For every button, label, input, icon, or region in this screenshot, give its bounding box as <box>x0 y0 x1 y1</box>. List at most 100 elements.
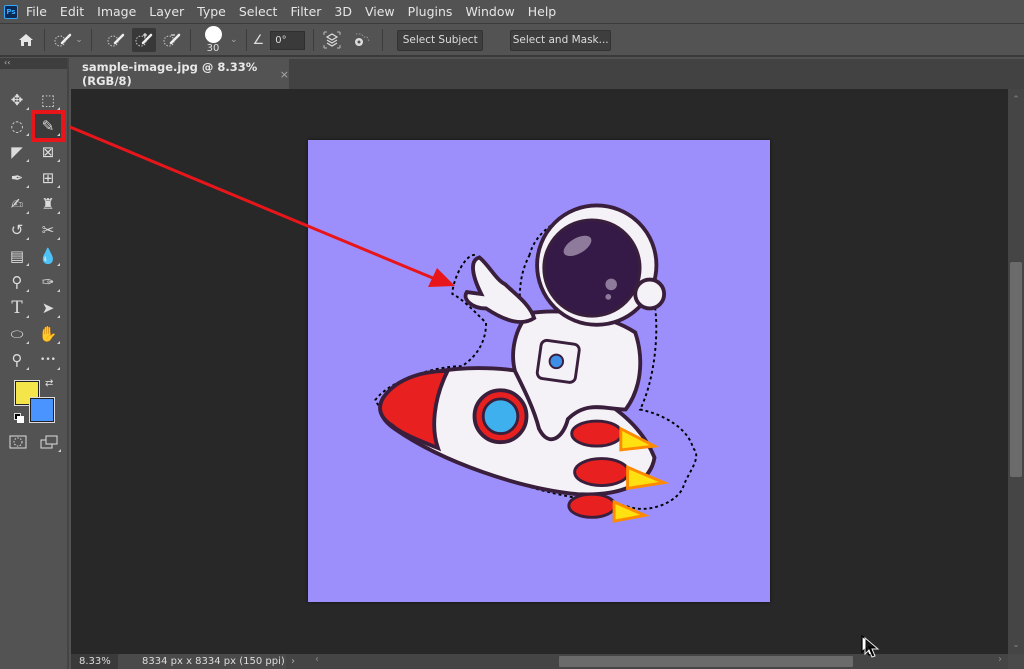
horizontal-scrollbar[interactable]: ‹ › <box>311 654 1008 669</box>
options-bar: ⌄ 30 ⌄ ∠ 0° Select Subject Select and Ma… <box>0 25 1024 57</box>
swap-colors-icon[interactable]: ⇄ <box>45 378 53 389</box>
angle-icon: ∠ <box>252 32 265 48</box>
zoom-level-field[interactable]: 8.33% <box>71 654 118 669</box>
arrow-icon: ➤ <box>41 299 55 317</box>
gradient-icon: ▤ <box>9 247 25 265</box>
quick-mask-button[interactable] <box>5 430 31 454</box>
menu-edit[interactable]: Edit <box>60 4 84 19</box>
astronaut-chest-button <box>548 353 565 370</box>
type-icon: T <box>11 298 23 318</box>
document-canvas[interactable] <box>308 140 770 602</box>
screen-mode-button[interactable] <box>36 430 62 454</box>
menu-select[interactable]: Select <box>239 4 278 19</box>
scroll-right-icon[interactable]: › <box>998 654 1002 665</box>
menu-window[interactable]: Window <box>465 4 514 19</box>
lasso-tool[interactable]: ◌ <box>4 114 30 138</box>
clone-stamp-tool[interactable]: ♜ <box>35 192 61 216</box>
photoshop-logo: Ps <box>4 4 18 19</box>
ellipse-tool[interactable]: ⬭ <box>4 322 30 346</box>
vertical-scroll-thumb[interactable] <box>1010 262 1022 477</box>
zoom-tool[interactable]: ⚲ <box>4 348 30 372</box>
quick-selection-subtract-icon <box>163 33 181 47</box>
menu-3d[interactable]: 3D <box>334 4 352 19</box>
chevron-down-icon: ⌄ <box>75 35 83 45</box>
brush-chevron-down-icon[interactable]: ⌄ <box>230 35 238 45</box>
more-tools[interactable]: ••• <box>35 348 61 372</box>
astronaut-ear-piece <box>633 277 667 311</box>
tools-panel: ‹‹ ✥ ⬚ ◌ ✎ ◤ ⊠ ✒ ⊞ ✍ ♜ ↺ ✂ ▤ 💧 ⚲ ✑ T ➤ ⬭ ✋ ⚲ ••• ⇄ <box>0 58 69 669</box>
document-tab[interactable]: sample-image.jpg @ 8.33% (RGB/8) × <box>71 59 289 89</box>
more-icon: ••• <box>40 355 56 365</box>
brush-tool[interactable]: ✍ <box>4 192 30 216</box>
sample-all-layers-button[interactable] <box>320 28 344 52</box>
horizontal-scroll-thumb[interactable] <box>559 656 853 667</box>
close-tab-icon[interactable]: × <box>280 68 289 81</box>
separator <box>313 29 315 51</box>
move-tool[interactable]: ✥ <box>4 88 30 112</box>
collapse-panel-button[interactable]: ‹‹ <box>0 58 67 69</box>
menu-file[interactable]: File <box>26 4 47 19</box>
scroll-left-icon[interactable]: ‹ <box>315 654 319 665</box>
spot-healing-tool[interactable]: ⊞ <box>35 166 61 190</box>
lasso-icon: ◌ <box>10 117 24 135</box>
blur-tool[interactable]: 💧 <box>35 244 61 268</box>
hand-icon: ✋ <box>38 325 58 343</box>
move-icon: ✥ <box>10 91 24 109</box>
add-to-selection-button[interactable] <box>132 28 156 52</box>
gradient-tool[interactable]: ▤ <box>4 244 30 268</box>
sample-all-layers-icon <box>323 31 341 49</box>
menu-layer[interactable]: Layer <box>149 4 184 19</box>
pen-tool[interactable]: ✑ <box>35 270 61 294</box>
separator <box>91 29 92 51</box>
select-and-mask-button[interactable]: Select and Mask... <box>510 29 612 51</box>
menu-filter[interactable]: Filter <box>290 4 321 19</box>
menu-help[interactable]: Help <box>528 4 557 19</box>
select-subject-button[interactable]: Select Subject <box>397 29 484 51</box>
menu-view[interactable]: View <box>365 4 395 19</box>
frame-tool[interactable]: ⊠ <box>35 140 61 164</box>
quick-selection-icon: ✎ <box>41 117 55 135</box>
astronaut-visor <box>542 218 642 318</box>
frame-icon: ⊠ <box>41 143 55 161</box>
dodge-tool[interactable]: ⚲ <box>4 270 30 294</box>
marquee-icon: ⬚ <box>40 91 56 109</box>
crop-tool[interactable]: ◤ <box>4 140 30 164</box>
eraser-tool[interactable]: ✂ <box>35 218 61 242</box>
menu-plugins[interactable]: Plugins <box>408 4 453 19</box>
menu-image[interactable]: Image <box>97 4 136 19</box>
separator <box>190 29 191 51</box>
zoom-icon: ⚲ <box>11 351 23 369</box>
status-menu-arrow-icon[interactable]: › <box>291 656 295 667</box>
rectangular-marquee-tool[interactable]: ⬚ <box>35 88 61 112</box>
astronaut-rocket-image <box>374 203 698 523</box>
background-color-swatch[interactable] <box>29 397 55 423</box>
mouse-cursor-icon <box>861 634 880 658</box>
quick-selection-tool[interactable]: ✎ <box>31 110 65 142</box>
angle-input[interactable]: 0° <box>270 30 306 50</box>
scroll-down-icon[interactable]: ⌄ <box>1008 640 1024 650</box>
brush-picker[interactable]: 30 <box>200 25 226 55</box>
vertical-scrollbar[interactable]: ⌃ ⌄ <box>1008 89 1024 654</box>
type-tool[interactable]: T <box>4 296 30 320</box>
history-brush-icon: ↺ <box>10 221 24 239</box>
separator <box>44 29 45 51</box>
quick-selection-add-icon <box>135 33 153 47</box>
document-tab-label: sample-image.jpg @ 8.33% (RGB/8) <box>82 60 258 88</box>
default-colors-icon[interactable] <box>14 413 24 423</box>
scroll-up-icon[interactable]: ⌃ <box>1008 95 1024 105</box>
menu-type[interactable]: Type <box>197 4 226 19</box>
history-brush-tool[interactable]: ↺ <box>4 218 30 242</box>
enhance-edge-button[interactable] <box>350 28 374 52</box>
healing-icon: ⊞ <box>41 169 55 187</box>
eyedropper-tool[interactable]: ✒ <box>4 166 30 190</box>
hand-tool[interactable]: ✋ <box>35 322 61 346</box>
new-selection-button[interactable] <box>104 28 128 52</box>
canvas-workspace[interactable] <box>71 89 1008 654</box>
path-selection-tool[interactable]: ➤ <box>35 296 61 320</box>
rocket-window <box>481 397 520 436</box>
tool-preset-picker[interactable]: ⌄ <box>51 28 85 52</box>
screen-mode-icon <box>40 435 58 449</box>
home-button[interactable] <box>14 28 38 52</box>
document-tab-bar: sample-image.jpg @ 8.33% (RGB/8) × <box>71 59 1024 89</box>
subtract-from-selection-button[interactable] <box>160 28 184 52</box>
